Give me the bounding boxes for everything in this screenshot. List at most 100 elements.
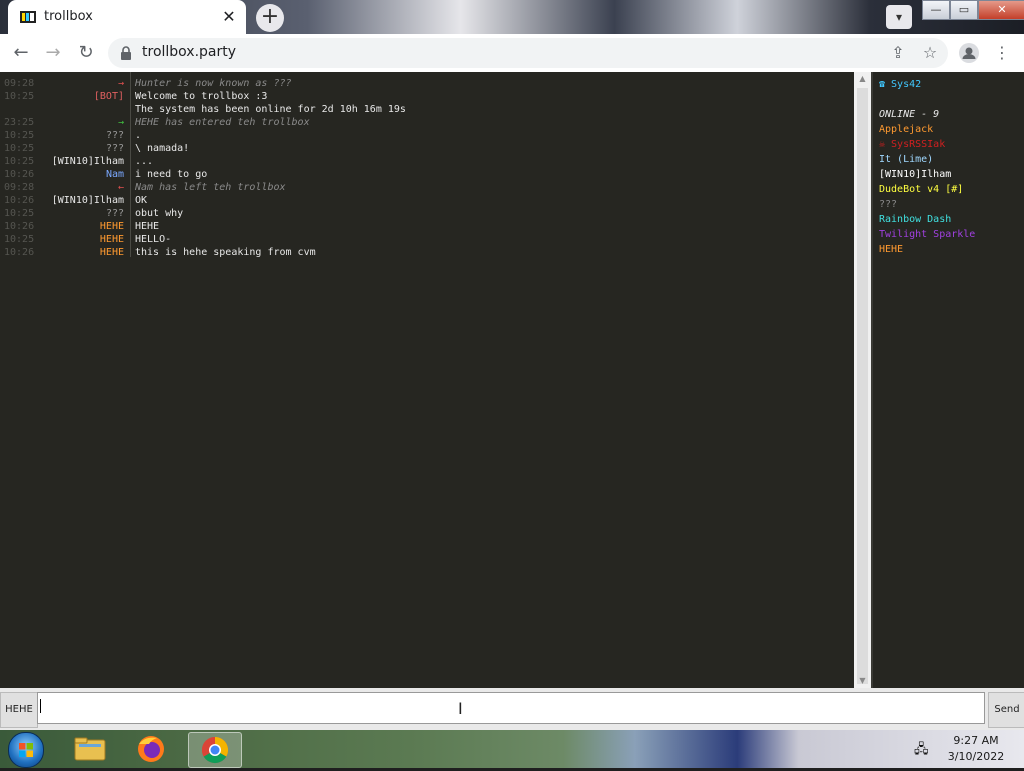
message-text: Welcome to trollbox :3 (135, 91, 268, 102)
message-timestamp: 10:26 (4, 169, 35, 180)
clock-time: 9:27 AM (953, 734, 999, 747)
message-text: HELLO- (135, 234, 172, 245)
message-nickname[interactable]: [WIN10]Ilham (52, 195, 124, 206)
user-list-item[interactable]: Twilight Sparkle (879, 229, 975, 240)
message-text: . (135, 130, 142, 141)
tab-trollbox[interactable]: trollbox ✕ (8, 0, 246, 34)
user-list-item[interactable]: Rainbow Dash (879, 214, 951, 225)
message-nickname[interactable]: ??? (106, 130, 124, 141)
reload-icon[interactable]: ↻ (73, 41, 99, 65)
trollbox-favicon-icon (20, 11, 36, 23)
user-list-item[interactable]: [WIN10]Ilham (879, 169, 951, 180)
taskbar-clock[interactable]: 9:27 AM 3/10/2022 (940, 733, 1012, 765)
message-timestamp: 10:26 (4, 247, 35, 258)
message-timestamp: 23:25 (4, 117, 35, 128)
chat-message-row: The system has been online for 2d 10h 16… (0, 104, 850, 117)
user-list-panel: ☎ Sys42 ONLINE - 9 Applejack ☠ SysRSSIak I… (871, 72, 1024, 688)
message-nickname[interactable]: HEHE (100, 221, 124, 232)
chat-message-row: 10:25??? obut why (0, 208, 850, 221)
message-nickname[interactable]: ??? (106, 208, 124, 219)
room-name[interactable]: ☎ Sys42 (879, 79, 921, 90)
message-timestamp: 09:28 (4, 78, 35, 89)
message-text: obut why (135, 208, 184, 219)
message-text: The system has been online for 2d 10h 16… (135, 104, 406, 115)
message-nickname[interactable]: Nam (106, 169, 124, 180)
message-nickname[interactable]: [WIN10]Ilham (52, 156, 124, 167)
chat-message-row: 10:25 [BOT] Welcome to trollbox :3 (0, 91, 850, 104)
send-button[interactable]: Send (988, 692, 1024, 728)
close-window-button[interactable]: ✕ (978, 0, 1024, 20)
user-list-item[interactable]: It (Lime) (879, 154, 933, 165)
firefox-taskbar-icon[interactable] (127, 732, 175, 766)
message-timestamp: 10:25 (4, 91, 35, 102)
browser-tab-strip: trollbox ✕ + ▾ — ▭ ✕ (0, 0, 1024, 34)
message-timestamp: 10:25 (4, 130, 35, 141)
clock-date: 3/10/2022 (947, 750, 1005, 763)
chat-input-bar: HEHE I Send (0, 688, 1024, 730)
maximize-button[interactable]: ▭ (950, 0, 978, 20)
message-nickname[interactable]: HEHE (100, 234, 124, 245)
chat-message-row: 09:28 → Hunter is now known as ??? (0, 78, 850, 91)
chat-message-row: 10:25 HEHE HELLO- (0, 234, 850, 247)
message-timestamp: 10:25 (4, 208, 35, 219)
message-text: HEHE has entered teh trollbox (135, 117, 310, 128)
message-nickname[interactable]: HEHE (100, 247, 124, 258)
windows-taskbar: 🖧 9:27 AM 3/10/2022 (0, 730, 1024, 768)
nickname-button[interactable]: HEHE (0, 692, 38, 728)
message-text: Nam has left teh trollbox (135, 182, 286, 193)
message-text: \ namada! (135, 143, 190, 154)
scroll-down-arrow-icon[interactable]: ▼ (854, 674, 871, 688)
chat-scrollbar[interactable]: ▲ ▼ (854, 72, 871, 688)
windows-logo-icon (19, 743, 33, 757)
forward-icon[interactable]: → (40, 41, 66, 65)
chat-messages: 09:28 → Hunter is now known as ??? 10:25 [BO… (0, 72, 854, 688)
message-timestamp: 10:26 (4, 221, 35, 232)
user-list-item[interactable]: ??? (879, 199, 897, 210)
user-list-item[interactable]: HEHE (879, 244, 903, 255)
message-text: this is hehe speaking from cvm (135, 247, 316, 258)
message-nickname[interactable]: [BOT] (94, 91, 124, 102)
user-list-item[interactable]: DudeBot v4 [#] (879, 184, 963, 195)
chat-message-row: 10:25??? \ namada! (0, 143, 850, 156)
message-timestamp: 10:25 (4, 143, 35, 154)
start-button[interactable] (8, 732, 44, 768)
message-nickname[interactable]: → (118, 78, 124, 89)
chat-message-row: 09:28 ← Nam has left teh trollbox (0, 182, 850, 195)
chat-message-row: 10:26 Nam i need to go (0, 169, 850, 182)
user-list-item[interactable]: ☠ SysRSSIak (879, 139, 945, 150)
message-nickname[interactable]: ??? (106, 143, 124, 154)
new-tab-button[interactable]: + (256, 4, 284, 32)
message-timestamp: 10:26 (4, 195, 35, 206)
share-icon[interactable]: ⇪ (886, 41, 910, 65)
message-text: Hunter is now known as ??? (135, 78, 292, 89)
bookmark-star-icon[interactable]: ☆ (918, 41, 942, 65)
chat-message-row: 10:26 [WIN10]Ilham OK (0, 195, 850, 208)
back-icon[interactable]: ← (8, 41, 34, 65)
ibeam-cursor-icon: I (458, 699, 463, 718)
message-nickname[interactable]: ← (118, 182, 124, 193)
browser-toolbar: ← → ↻ trollbox.party ⇪ ☆ ⋮ (0, 34, 1024, 73)
file-explorer-taskbar-icon[interactable] (66, 732, 114, 766)
menu-icon[interactable]: ⋮ (990, 41, 1014, 65)
profile-icon[interactable] (957, 41, 981, 65)
chat-message-row: 10:26 HEHE HEHE (0, 221, 850, 234)
chat-message-row: 10:25???. (0, 130, 850, 143)
lock-icon (121, 46, 131, 60)
message-text: i need to go (135, 169, 208, 180)
user-list-item[interactable]: Applejack (879, 124, 933, 135)
message-timestamp: 10:25 (4, 156, 35, 167)
chat-message-row: 23:25 → HEHE has entered teh trollbox (0, 117, 850, 130)
url-text: trollbox.party (142, 44, 237, 60)
chrome-taskbar-icon[interactable] (188, 732, 242, 768)
minimize-button[interactable]: — (922, 0, 950, 20)
scrollbar-thumb[interactable] (857, 88, 868, 684)
message-input[interactable]: I (37, 692, 985, 724)
address-bar[interactable]: trollbox.party (108, 38, 948, 68)
message-text: OK (135, 195, 148, 206)
tab-search-icon[interactable]: ▾ (886, 5, 912, 29)
tab-close-icon[interactable]: ✕ (220, 8, 238, 26)
scroll-up-arrow-icon[interactable]: ▲ (854, 72, 871, 86)
message-nickname[interactable]: → (118, 117, 124, 128)
network-tray-icon[interactable]: 🖧 (914, 740, 932, 757)
window-controls: — ▭ ✕ (922, 0, 1024, 20)
